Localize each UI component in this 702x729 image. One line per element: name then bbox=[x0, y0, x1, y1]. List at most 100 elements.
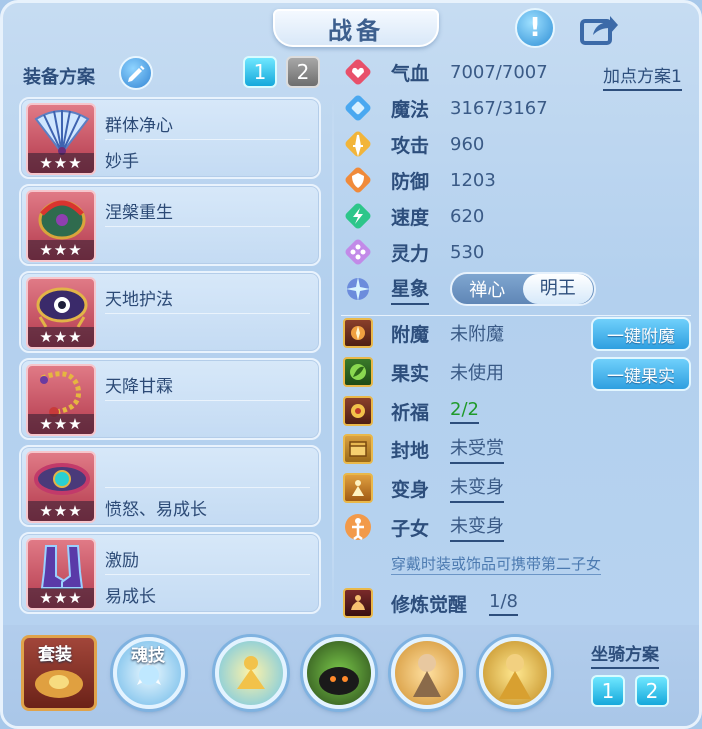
beads-icon: ★★★ bbox=[26, 364, 96, 436]
stat-label: 攻击 bbox=[391, 134, 430, 157]
star-option-mingwang[interactable]: 明王 bbox=[522, 274, 593, 304]
equip-line2: 妙手 bbox=[105, 152, 139, 172]
fief-row: 封地 未受赏 bbox=[343, 434, 504, 464]
fan-icon: ★★★ bbox=[26, 103, 96, 175]
edit-plan-button[interactable] bbox=[119, 56, 153, 90]
child-row: 子女 未变身 bbox=[343, 512, 504, 542]
equip-slot-necklace[interactable]: ★★★ 天地护法 bbox=[19, 271, 321, 353]
star-rating: ★★★ bbox=[28, 414, 94, 434]
stat-label: 封地 bbox=[391, 439, 430, 462]
meditation-icon bbox=[343, 588, 373, 618]
auto-enchant-button[interactable]: 一键附魔 bbox=[591, 317, 691, 351]
divider bbox=[105, 400, 310, 401]
equip-plan-tab-2[interactable]: 2 bbox=[286, 56, 320, 88]
pencil-icon bbox=[128, 65, 145, 82]
stat-label: 气血 bbox=[391, 62, 430, 85]
mount-plan-tab-2[interactable]: 2 bbox=[635, 675, 669, 707]
divider bbox=[105, 313, 310, 314]
battle-prep-panel: 战备 ! 装备方案 1 2 ★★★ 群体净心 妙手 ★★★ 涅槃重生 ★★★ 天… bbox=[0, 0, 702, 729]
equip-slot-accessory[interactable]: ★★★ 天降甘霖 bbox=[19, 358, 321, 440]
equip-line1: 天地护法 bbox=[105, 290, 173, 310]
equip-slot-boots[interactable]: ★★★ 激励 易成长 bbox=[19, 532, 321, 614]
suit-button[interactable]: 套装 bbox=[21, 635, 97, 711]
bless-value-link[interactable]: 2/2 bbox=[450, 399, 479, 424]
star-sign-icon bbox=[343, 274, 373, 304]
stat-row-hp: 气血 7007/7007 bbox=[343, 57, 548, 87]
star-sign-toggle[interactable]: 禅心 明王 bbox=[450, 272, 596, 306]
transform-icon bbox=[343, 473, 373, 503]
leaf-icon bbox=[343, 357, 373, 387]
transform-value-link[interactable]: 未变身 bbox=[450, 473, 504, 503]
star-rating: ★★★ bbox=[28, 240, 94, 260]
star-rating: ★★★ bbox=[28, 153, 94, 173]
stat-label: 果实 bbox=[391, 362, 430, 385]
soul-skill-button[interactable]: 魂技 bbox=[113, 637, 185, 709]
stat-row-spi: 灵力 530 bbox=[343, 237, 484, 267]
equip-line1: 涅槃重生 bbox=[105, 203, 173, 223]
equip-line1: 天降甘霖 bbox=[105, 377, 173, 397]
equip-slot-helmet[interactable]: ★★★ 涅槃重生 bbox=[19, 184, 321, 266]
golden-warrior-icon bbox=[499, 654, 531, 699]
divider bbox=[105, 487, 310, 488]
exclamation-icon: ! bbox=[529, 13, 541, 43]
star-sign-link[interactable]: 星象 bbox=[391, 274, 430, 305]
stat-label: 子女 bbox=[391, 517, 430, 540]
equip-plan-label: 装备方案 bbox=[23, 67, 95, 88]
stat-label: 修炼觉醒 bbox=[391, 593, 468, 616]
stat-value: 未使用 bbox=[450, 363, 504, 384]
stat-value: 未附魔 bbox=[450, 324, 504, 345]
fief-value-link[interactable]: 未受赏 bbox=[450, 434, 504, 464]
speed-icon bbox=[343, 201, 373, 231]
suit-label: 套装 bbox=[38, 645, 72, 665]
mana-icon bbox=[343, 93, 373, 123]
share-button[interactable] bbox=[579, 9, 619, 49]
transform-row: 变身 未变身 bbox=[343, 473, 504, 503]
enchant-row: 附魔 未附魔 bbox=[343, 318, 504, 348]
stat-label: 魔法 bbox=[391, 98, 430, 121]
stat-row-atk: 攻击 960 bbox=[343, 129, 484, 159]
stat-label: 变身 bbox=[391, 478, 430, 501]
column-divider bbox=[332, 95, 334, 615]
equip-line1: 激励 bbox=[105, 551, 139, 571]
stat-value: 1203 bbox=[450, 169, 496, 191]
divider bbox=[105, 139, 310, 140]
help-button[interactable]: ! bbox=[515, 8, 555, 48]
beast-icon bbox=[319, 667, 359, 695]
belt-icon: ★★★ bbox=[26, 451, 96, 523]
shield-icon bbox=[343, 165, 373, 195]
skill-slot-1[interactable] bbox=[215, 637, 287, 709]
boots-icon: ★★★ bbox=[26, 538, 96, 610]
stat-label: 灵力 bbox=[391, 242, 430, 265]
mount-plan-label[interactable]: 坐骑方案 bbox=[591, 640, 659, 669]
skill-slot-3[interactable] bbox=[391, 637, 463, 709]
chest-icon bbox=[343, 434, 373, 464]
skill-slot-4[interactable] bbox=[479, 637, 551, 709]
child-value-link[interactable]: 未变身 bbox=[450, 512, 504, 542]
equip-plan-tab-1[interactable]: 1 bbox=[243, 56, 277, 88]
warrior-icon bbox=[413, 654, 441, 697]
auto-fruit-button[interactable]: 一键果实 bbox=[591, 357, 691, 391]
stat-label: 附魔 bbox=[391, 323, 430, 346]
divider bbox=[341, 315, 691, 316]
stat-label: 速度 bbox=[391, 206, 430, 229]
point-plan-link[interactable]: 加点方案1 bbox=[603, 62, 682, 91]
divider bbox=[105, 574, 310, 575]
stat-value: 530 bbox=[450, 241, 485, 263]
golden-figure-icon bbox=[237, 656, 265, 689]
equip-slot-weapon[interactable]: ★★★ 群体净心 妙手 bbox=[19, 97, 321, 179]
awaken-value-link[interactable]: 1/8 bbox=[489, 591, 518, 616]
star-rating: ★★★ bbox=[28, 588, 94, 608]
enchant-icon bbox=[343, 318, 373, 348]
stat-value: 620 bbox=[450, 205, 485, 227]
stat-value: 7007/7007 bbox=[450, 61, 548, 83]
star-row: 星象 bbox=[343, 274, 430, 305]
star-rating: ★★★ bbox=[28, 501, 94, 521]
equip-slot-belt[interactable]: ★★★ 愤怒、易成长 bbox=[19, 445, 321, 527]
child-icon bbox=[343, 512, 373, 542]
skill-slot-2[interactable] bbox=[303, 637, 375, 709]
child-hint-link[interactable]: 穿戴时装或饰品可携带第二子女 bbox=[391, 553, 602, 575]
star-rating: ★★★ bbox=[28, 327, 94, 347]
mount-plan-tab-1[interactable]: 1 bbox=[591, 675, 625, 707]
star-option-chanxin[interactable]: 禅心 bbox=[452, 276, 523, 302]
stat-value: 960 bbox=[450, 133, 485, 155]
